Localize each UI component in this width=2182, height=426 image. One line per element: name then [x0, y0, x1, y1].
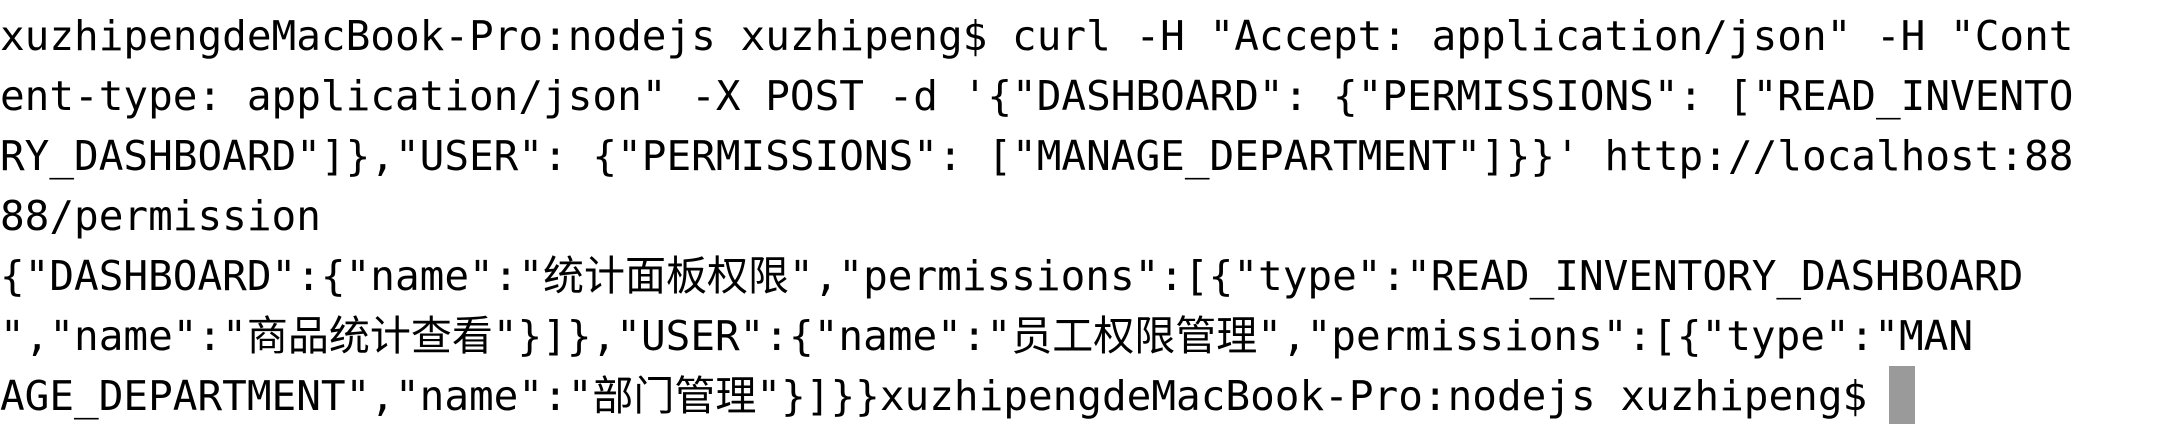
terminal-line: RY_DASHBOARD"]},"USER": {"PERMISSIONS": … [0, 132, 2074, 180]
terminal-line: xuzhipengdeMacBook-Pro:nodejs xuzhipeng$… [0, 12, 2074, 60]
terminal-line: 88/permission [0, 192, 321, 240]
text-cursor [1889, 366, 1916, 424]
terminal-line: ent-type: application/json" -X POST -d '… [0, 72, 2074, 120]
prompt-line[interactable]: AGE_DEPARTMENT","name":"部门管理"}]}}xuzhipe… [0, 366, 2182, 426]
terminal-window[interactable]: xuzhipengdeMacBook-Pro:nodejs xuzhipeng$… [0, 0, 2182, 424]
terminal-line: {"DASHBOARD":{"name":"统计面板权限","permissio… [0, 252, 2024, 300]
terminal-line: ","name":"商品统计查看"}]},"USER":{"name":"员工权… [0, 312, 1974, 360]
prompt-text: AGE_DEPARTMENT","name":"部门管理"}]}}xuzhipe… [0, 372, 1868, 420]
